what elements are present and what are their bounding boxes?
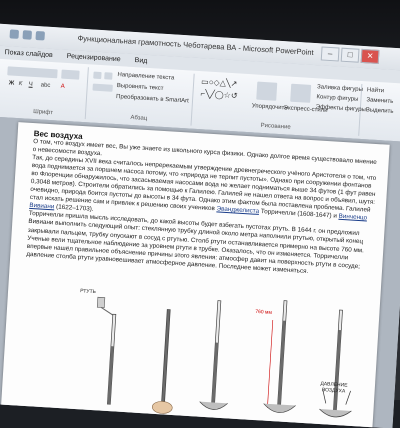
tab-view[interactable]: Вид bbox=[134, 54, 147, 68]
shapes-gallery-icon[interactable]: ▭○◇△╲↗ bbox=[201, 77, 238, 88]
save-icon[interactable] bbox=[9, 29, 20, 39]
font-size-box[interactable] bbox=[61, 69, 80, 80]
name-evangelista: Эванджелиста bbox=[216, 205, 260, 216]
glass-tube-2 bbox=[161, 309, 171, 402]
arrange-icon[interactable] bbox=[256, 81, 278, 101]
experiment-drawing bbox=[96, 296, 352, 418]
measurement-step bbox=[263, 300, 296, 413]
italic-icon[interactable]: К bbox=[19, 81, 23, 87]
align-left-icon[interactable] bbox=[92, 83, 113, 92]
mercury-dish-2 bbox=[263, 403, 296, 413]
select-button[interactable]: Выделить bbox=[366, 107, 394, 115]
find-button[interactable]: Найти bbox=[367, 87, 384, 94]
bold-icon[interactable]: Ж bbox=[9, 80, 15, 86]
minimize-button[interactable]: – bbox=[320, 46, 340, 62]
undo-icon[interactable] bbox=[22, 30, 33, 40]
shapes-gallery-row2-icon[interactable]: ⌐╲╱◯☆↺ bbox=[200, 89, 238, 100]
replace-button[interactable]: Заменить bbox=[366, 97, 393, 105]
name-vincenzo: Винченцо bbox=[338, 213, 368, 222]
inverting-step bbox=[199, 300, 228, 410]
label-mercury: РТУТЬ bbox=[80, 288, 97, 296]
maximize-button[interactable]: □ bbox=[340, 47, 360, 63]
arrange-button[interactable]: Упорядочить bbox=[252, 103, 288, 111]
label-760mm: 760 мм bbox=[255, 308, 273, 316]
slide[interactable]: Вес воздуха О том, что воздух имеет вес,… bbox=[0, 122, 390, 428]
mercury-column-4 bbox=[277, 320, 286, 411]
quick-access-toolbar bbox=[9, 29, 45, 41]
mercury-dish-1 bbox=[199, 401, 228, 410]
align-text-button[interactable]: Выровнять текст bbox=[117, 83, 164, 92]
pressure-step bbox=[319, 309, 352, 418]
close-button[interactable]: ✕ bbox=[360, 48, 380, 64]
pouring-step bbox=[96, 296, 117, 405]
numbering-icon[interactable] bbox=[104, 72, 113, 80]
mercury-dish-3 bbox=[319, 408, 352, 418]
quick-styles-icon[interactable] bbox=[290, 83, 312, 103]
dates-torricelli: (1608-1647) и bbox=[297, 210, 338, 221]
slide-editor: Вес воздуха О том, что воздух имеет вес,… bbox=[0, 115, 400, 428]
mercury-column-1 bbox=[107, 346, 114, 405]
editing-group: Найти Заменить Выделить bbox=[360, 84, 400, 139]
redo-icon[interactable] bbox=[35, 30, 45, 41]
font-name-box[interactable] bbox=[7, 66, 58, 79]
font-color-icon[interactable]: А bbox=[60, 84, 64, 90]
drawing-group: ▭○◇△╲↗ ⌐╲╱◯☆↺ Упорядочить Экспресс-стили… bbox=[192, 73, 366, 136]
convert-smartart-button[interactable]: Преобразовать в SmartArt bbox=[116, 94, 189, 104]
mercury-column-3 bbox=[211, 342, 219, 406]
closing-step bbox=[151, 309, 173, 414]
text-direction-button[interactable]: Направление текста bbox=[117, 72, 174, 81]
name-torricelli: Торричелли bbox=[260, 208, 296, 218]
hand-icon bbox=[151, 401, 173, 414]
underline-icon[interactable]: Ч bbox=[29, 82, 33, 88]
slide-body-text[interactable]: О том, что воздух имеет вес, Вы уже знае… bbox=[26, 138, 381, 280]
font-group: Ж К Ч abc А Шрифт bbox=[0, 62, 89, 120]
window-controls: – □ ✕ bbox=[320, 46, 380, 64]
bullets-icon[interactable] bbox=[93, 71, 102, 80]
powerpoint-window: Функциональная грамотность Чеботарева ВА… bbox=[0, 22, 400, 428]
shape-outline-button[interactable]: Контур фигуры bbox=[316, 94, 358, 103]
paragraph-group: Направление текста Выровнять текст Преоб… bbox=[86, 67, 195, 126]
font-group-label: Шрифт bbox=[32, 108, 54, 117]
flask-icon bbox=[96, 296, 106, 308]
torricelli-illustration: РТУТЬ 760 мм ДАВЛЕНИЕ ВОЗДУХА bbox=[71, 274, 379, 428]
shape-fill-button[interactable]: Заливка фигуры bbox=[317, 84, 363, 93]
height-marker bbox=[267, 319, 274, 408]
strikethrough-icon[interactable]: abc bbox=[41, 82, 51, 89]
